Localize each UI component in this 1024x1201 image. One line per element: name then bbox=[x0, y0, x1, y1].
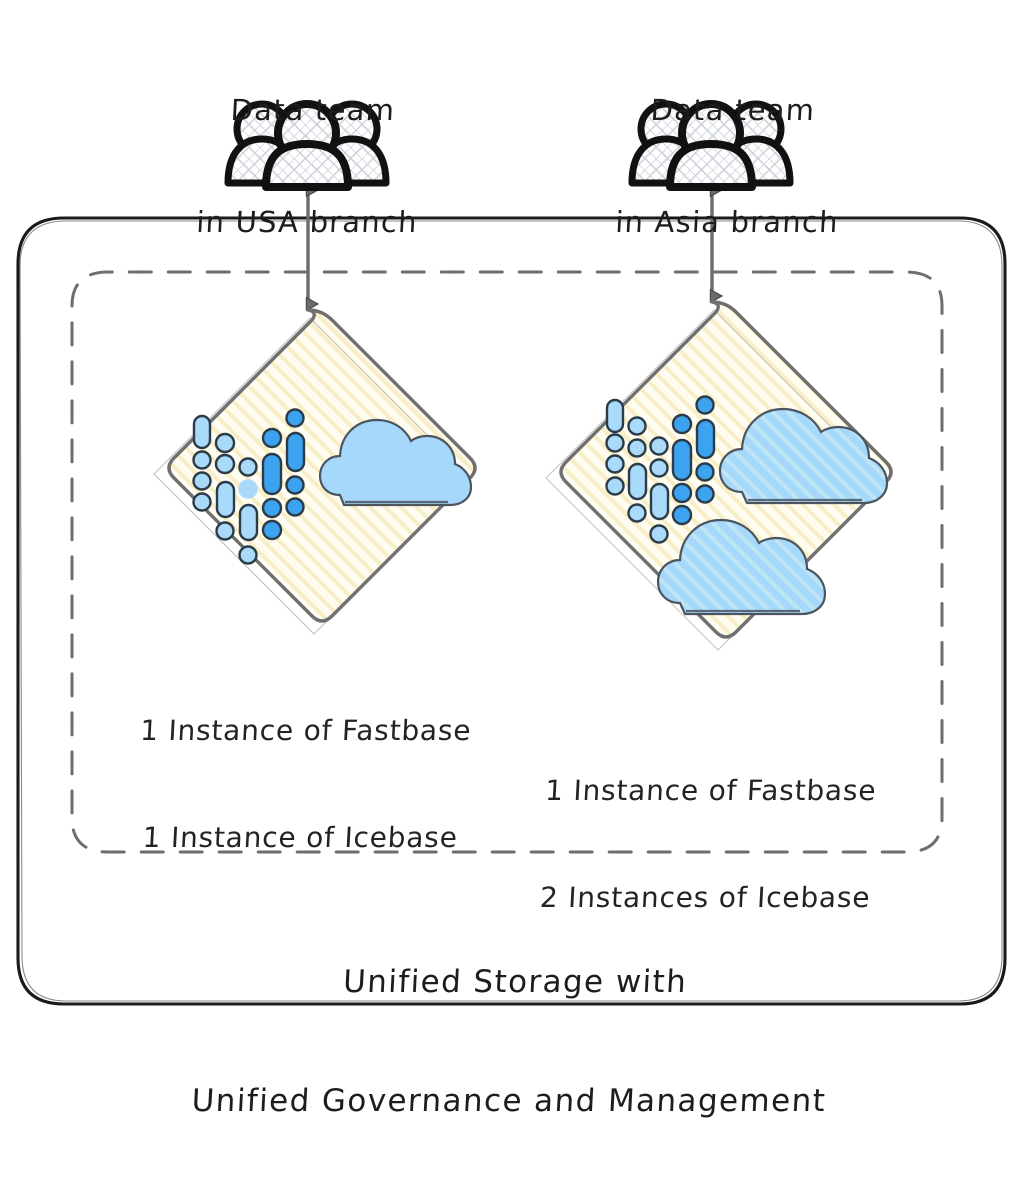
team-asia-label-line2: in Asia branch bbox=[614, 204, 840, 239]
usa-instances-line1: 1 Instance of Fastbase bbox=[139, 713, 473, 747]
team-asia-label-line1: Data team bbox=[649, 93, 817, 128]
region-asia-diamond[interactable] bbox=[545, 300, 893, 651]
caption-line2: Unified Governance and Management bbox=[190, 1083, 828, 1120]
team-asia-label: Data team in Asia branch bbox=[562, 18, 898, 315]
team-usa-label: Data team in USA branch bbox=[142, 18, 478, 315]
asia-instances-line1: 1 Instance of Fastbase bbox=[544, 773, 878, 807]
team-usa-label-line1: Data team bbox=[229, 93, 397, 128]
region-usa-diamond[interactable] bbox=[153, 308, 477, 635]
diagram-canvas: Data team in USA branch Data team in Asi… bbox=[0, 0, 1024, 1119]
caption-line1: Unified Storage with bbox=[342, 964, 689, 1001]
team-usa-label-line2: in USA branch bbox=[195, 204, 419, 239]
unified-storage-caption: Unified Storage with Unified Governance … bbox=[134, 884, 891, 1201]
usa-instances-line2: 1 Instance of Icebase bbox=[141, 821, 459, 855]
